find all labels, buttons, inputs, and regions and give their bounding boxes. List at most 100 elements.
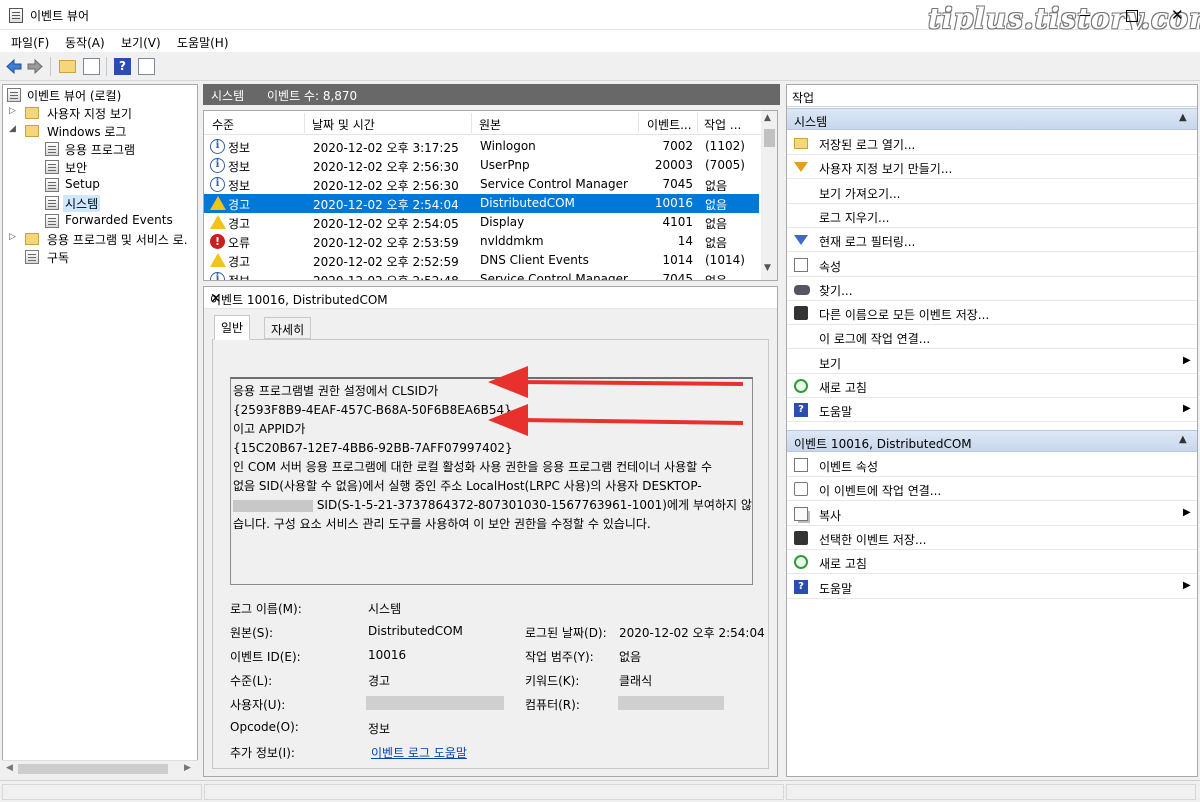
action-label: 현재 로그 필터링... — [819, 235, 916, 250]
source-label: 원본(S): — [230, 626, 274, 640]
warning-icon — [210, 196, 226, 210]
expand-icon[interactable]: ▷ — [9, 106, 19, 118]
cell-level: 경고 — [228, 217, 251, 231]
maximize-button[interactable] — [1108, 0, 1154, 30]
action-item[interactable]: 선택한 이벤트 저장... — [787, 526, 1197, 550]
minimize-button[interactable] — [1062, 0, 1108, 30]
table-row[interactable]: 경고 2020-12-02 오후 2:54:04 DistributedCOM 100… — [204, 194, 759, 213]
scroll-up-icon[interactable]: ▲ — [764, 113, 771, 123]
menu-file[interactable]: 파일(F) — [11, 34, 49, 51]
back-arrow-icon[interactable] — [5, 58, 22, 75]
up-folder-icon[interactable] — [59, 60, 76, 73]
action-label: 다른 이름으로 모든 이벤트 저장... — [819, 308, 990, 323]
toolbar: ? — [0, 52, 1200, 81]
red-annotation-arrows — [488, 366, 744, 436]
submenu-arrow-icon: ▶ — [1183, 403, 1191, 415]
cell-datetime: 2020-12-02 오후 2:53:59 — [313, 236, 459, 250]
menu-action[interactable]: 동작(A) — [65, 34, 105, 51]
show-hide-tree-icon[interactable] — [83, 58, 100, 75]
user-redacted — [366, 696, 504, 710]
status-segment — [786, 784, 1196, 800]
submenu-arrow-icon: ▶ — [1183, 579, 1191, 591]
scroll-thumb[interactable] — [18, 764, 168, 774]
scroll-right-icon[interactable]: ▶ — [184, 763, 191, 773]
message-line: {15C20B67-12E7-4BB6-92BB-7AFF07997402} — [233, 441, 513, 455]
table-row[interactable]: 경고 2020-12-02 오후 2:54:05 Display 4101 없음 — [204, 213, 759, 232]
close-icon[interactable]: ✕ — [210, 291, 222, 307]
actions-section-log[interactable]: 시스템 ▲ — [787, 108, 1197, 130]
scroll-thumb[interactable] — [764, 129, 775, 147]
table-row[interactable]: i 정보 2020-12-02 오후 2:52:48 Service Control … — [204, 270, 759, 281]
folder-icon — [25, 125, 39, 137]
expand-icon[interactable]: ▷ — [9, 232, 19, 244]
collapse-icon[interactable]: ▲ — [1179, 434, 1187, 445]
folder-icon — [25, 233, 39, 245]
scroll-down-icon[interactable]: ▼ — [764, 263, 771, 273]
help-icon[interactable]: ? — [114, 58, 131, 75]
column-level[interactable]: 수준 — [212, 116, 234, 133]
action-item[interactable]: ? 도움말 ▶ — [787, 398, 1197, 423]
action-item[interactable]: 이 로그에 작업 연결... — [787, 325, 1197, 350]
refresh-icon — [794, 555, 808, 570]
tab-details[interactable]: 자세히 — [264, 317, 312, 339]
tab-general[interactable]: 일반 — [214, 315, 251, 340]
cell-source: nvlddmkm — [480, 234, 544, 248]
table-row[interactable]: ! 오류 2020-12-02 오후 2:53:59 nvlddmkm 14 없음 — [204, 232, 759, 251]
action-item[interactable]: 사용자 지정 보기 만들기... — [787, 155, 1197, 180]
action-label: 이 로그에 작업 연결... — [819, 332, 931, 347]
opcode-label: Opcode(O): — [230, 720, 299, 734]
action-item[interactable]: 다른 이름으로 모든 이벤트 저장... — [787, 301, 1197, 326]
collapse-icon[interactable]: ▲ — [1179, 112, 1187, 123]
column-source[interactable]: 원본 — [479, 116, 501, 133]
column-task[interactable]: 작업 ... — [704, 116, 741, 133]
warning-icon — [210, 253, 226, 267]
column-datetime[interactable]: 날짜 및 시간 — [312, 116, 375, 133]
action-item[interactable]: 찾기... — [787, 277, 1197, 301]
action-item[interactable]: 복사 ▶ — [787, 502, 1197, 526]
refresh-icon — [794, 379, 808, 393]
action-item[interactable]: 현재 로그 필터링... — [787, 228, 1197, 253]
table-row[interactable]: i 정보 2020-12-02 오후 2:56:30 Service Control … — [204, 175, 759, 194]
event-log-help-link[interactable]: 이벤트 로그 도움말 — [371, 744, 467, 761]
tree-horizontal-scrollbar[interactable]: ◀ ▶ — [2, 760, 198, 777]
menu-help[interactable]: 도움말(H) — [177, 34, 229, 51]
cell-level: 정보 — [228, 274, 251, 281]
cell-datetime: 2020-12-02 오후 2:52:59 — [313, 255, 459, 269]
menu-view[interactable]: 보기(V) — [121, 34, 161, 51]
action-item[interactable]: 이벤트 속성 — [787, 453, 1197, 477]
cell-datetime: 2020-12-02 오후 3:17:25 — [313, 141, 459, 155]
cell-source: Service Control Manager — [480, 272, 628, 281]
action-label: 도움말 — [819, 581, 853, 596]
scroll-left-icon[interactable]: ◀ — [6, 763, 13, 773]
action-item[interactable]: ? 도움말 ▶ — [787, 575, 1197, 599]
actions-section-event[interactable]: 이벤트 10016, DistributedCOM ▲ — [787, 430, 1197, 452]
message-line: 없음 SID(사용할 수 없음)에서 실행 중인 주소 LocalHost(LR… — [233, 479, 702, 493]
action-item[interactable]: 속성 — [787, 253, 1197, 277]
collapse-icon[interactable]: ◢ — [9, 124, 19, 136]
action-label: 저장된 로그 열기... — [819, 138, 916, 152]
toolbar-separator — [106, 57, 107, 76]
show-action-pane-icon[interactable] — [138, 58, 155, 75]
close-button[interactable]: ✕ — [1154, 0, 1200, 30]
table-row[interactable]: 경고 2020-12-02 오후 2:52:59 DNS Client Events… — [204, 251, 759, 270]
table-row[interactable]: i 정보 2020-12-02 오후 2:56:30 UserPnp 20003 (700… — [204, 156, 759, 175]
action-item[interactable]: 보기 가져오기... — [787, 180, 1197, 204]
table-row[interactable]: i 정보 2020-12-02 오후 3:17:25 Winlogon 7002 (110… — [204, 137, 759, 156]
forward-arrow-icon[interactable] — [27, 58, 44, 75]
action-item[interactable]: 이 이벤트에 작업 연결... — [787, 477, 1197, 502]
action-item[interactable]: 저장된 로그 열기... — [787, 131, 1197, 155]
action-item[interactable]: 로그 지우기... — [787, 204, 1197, 228]
events-vertical-scrollbar[interactable]: ▲ ▼ — [761, 111, 777, 280]
more-info-label: 추가 정보(I): — [230, 746, 295, 760]
action-item[interactable]: 새로 고침 — [787, 550, 1197, 575]
action-item[interactable]: 보기 ▶ — [787, 350, 1197, 374]
close-icon: ✕ — [1171, 6, 1184, 24]
status-bar — [0, 780, 1200, 802]
action-item[interactable]: 새로 고침 — [787, 374, 1197, 398]
actions-title: 작업 — [787, 85, 1197, 107]
subscription-icon — [25, 250, 39, 264]
events-table: 수준 날짜 및 시간 원본 이벤트... 작업 ... i 정보 2020-12-0… — [203, 110, 778, 281]
cell-event-id: 7045 — [662, 177, 693, 191]
message-line-redacted: SID(S-1-5-21-3737864372-807301030-156776… — [233, 496, 752, 515]
column-event-id[interactable]: 이벤트... — [647, 116, 692, 133]
